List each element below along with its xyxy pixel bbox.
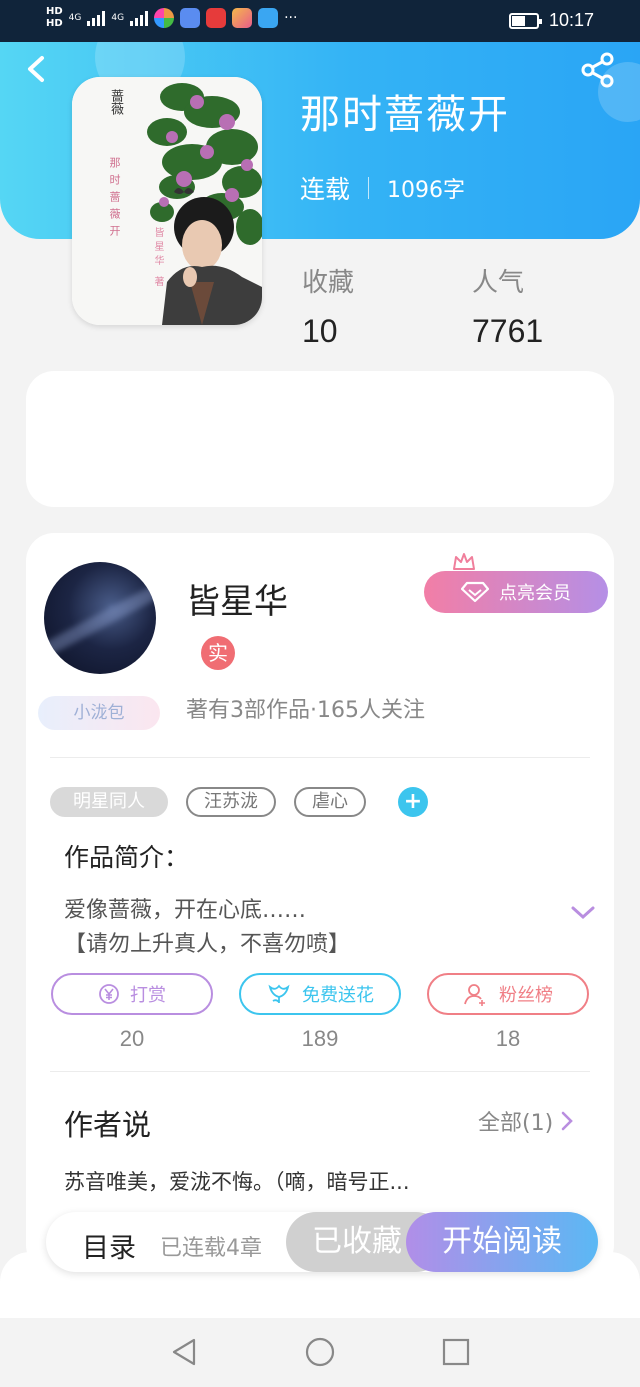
divider: [50, 1071, 590, 1072]
fan-count: 18: [495, 1026, 521, 1051]
hd-top-label: HD: [46, 6, 63, 17]
chevron-right-icon: [561, 1111, 574, 1131]
fan-ranking-label: 粉丝榜: [499, 985, 553, 1006]
cover-art: [72, 77, 262, 325]
table-of-contents-button[interactable]: 目录: [82, 1226, 136, 1265]
book-meta: 连载 1096字: [300, 170, 465, 206]
cover-title-calligraphy: 蔷薇: [108, 89, 123, 115]
stat-value: 7761: [472, 313, 544, 349]
chapters-serialized-label: 已连载4章: [160, 1236, 262, 1261]
book-status: 连载: [300, 175, 351, 204]
nav-home-icon[interactable]: [304, 1336, 336, 1368]
user-icon: [464, 984, 485, 1006]
divider: [50, 757, 590, 758]
tag-0[interactable]: 明星同人: [50, 787, 168, 817]
author-says-all-link[interactable]: 全部(1): [478, 1105, 574, 1137]
light-up-membership-button[interactable]: 点亮会员: [424, 571, 608, 613]
status-left: HD HD 4G 4G ···: [46, 6, 297, 30]
network-label-1: 4G: [68, 13, 82, 23]
status-right: 10:17: [508, 10, 594, 31]
diamond-icon: [461, 581, 489, 603]
expand-intro-chevron-down-icon[interactable]: [570, 902, 596, 922]
back-button[interactable]: [20, 52, 54, 86]
send-flower-label: 免费送花: [302, 985, 374, 1006]
book-word-count: 1096字: [387, 178, 466, 203]
book-cover[interactable]: 蔷薇 那时蔷薇开 皆星华 著: [72, 77, 262, 325]
stat-favorites: 收藏 10: [302, 262, 354, 350]
more-notifications-icon: ···: [284, 10, 298, 26]
intro-heading: 作品简介：: [64, 843, 190, 872]
start-reading-button[interactable]: 开始阅读: [406, 1212, 598, 1272]
tip-count: 20: [119, 1026, 145, 1051]
fan-ranking-button[interactable]: 粉丝榜: [427, 973, 589, 1015]
avatar[interactable]: [44, 562, 156, 674]
tag-2[interactable]: 虐心: [294, 787, 366, 817]
author-says-heading: 作者说: [64, 1108, 152, 1142]
app-notification-icon-4: [232, 8, 253, 28]
author-works-summary: 著有3部作品·165人关注: [186, 698, 425, 723]
author-name[interactable]: 皆星华: [186, 574, 288, 623]
app-notification-icon-2: [180, 8, 201, 28]
send-flower-button[interactable]: 免费送花: [239, 973, 401, 1015]
flower-count: 189: [301, 1026, 339, 1051]
stat-label: 收藏: [302, 268, 355, 298]
signal-icon-2: [130, 10, 149, 26]
app-notification-icon-1: [154, 8, 175, 28]
battery-icon: [508, 12, 542, 29]
cover-author: 皆星华 著: [152, 227, 163, 291]
tip-button[interactable]: 打赏: [51, 973, 213, 1015]
flower-icon: [268, 984, 290, 1003]
status-bar: HD HD 4G 4G ··· 10:17: [0, 0, 640, 42]
nav-recents-icon[interactable]: [440, 1336, 472, 1368]
stat-popularity: 人气 7761: [472, 262, 543, 350]
pet-badge: 小泷包: [38, 696, 160, 730]
app-notification-icon-3: [206, 8, 227, 28]
hd-indicator: HD HD: [46, 6, 63, 30]
yen-icon: [99, 984, 119, 1004]
meta-divider: [368, 177, 370, 199]
author-says-text[interactable]: 苏音唯美，爱泷不悔。（嘀，暗号正...: [64, 1166, 410, 1196]
crown-icon: [453, 553, 475, 570]
nav-back-icon[interactable]: [168, 1336, 200, 1368]
signal-icon: [87, 10, 106, 26]
member-button-label: 点亮会员: [499, 583, 571, 604]
intro-line-1: 爱像蔷薇，开在心底……: [64, 898, 307, 923]
stat-label: 人气: [472, 268, 525, 298]
clock: 10:17: [548, 10, 594, 30]
cover-subtitle: 那时蔷薇开: [108, 157, 121, 242]
tag-1[interactable]: 汪苏泷: [186, 787, 276, 817]
verified-badge: 实: [201, 636, 235, 670]
blank-card: [26, 371, 614, 507]
stat-value: 10: [302, 313, 338, 349]
intro-line-2: 【请勿上升真人，不喜勿喷】: [64, 932, 351, 957]
add-tag-button[interactable]: +: [398, 787, 428, 817]
network-label-2: 4G: [111, 13, 125, 23]
tip-label: 打赏: [130, 985, 166, 1006]
app-notification-icon-5: [258, 8, 279, 28]
hd-bottom-label: HD: [46, 18, 63, 29]
book-title: 那时蔷薇开: [300, 92, 510, 138]
all-label: 全部(1): [478, 1111, 554, 1136]
share-button[interactable]: [580, 52, 616, 88]
